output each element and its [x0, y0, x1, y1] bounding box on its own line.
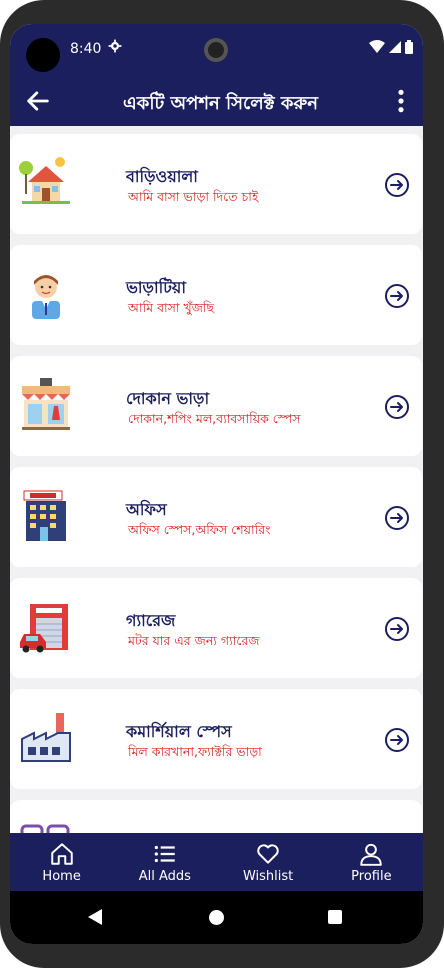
nav-all-adds-label: All Adds	[138, 868, 191, 884]
factory-icon	[21, 713, 71, 762]
option-title: ভাড়াটিয়া	[126, 278, 186, 297]
phone-frame: 8:40 একটি অপশন সিলেক্ট করুন বাড়িওয়ালা …	[0, 0, 444, 968]
battery-icon	[405, 40, 413, 54]
home-icon	[50, 842, 73, 865]
nav-home[interactable]: Home	[10, 833, 113, 891]
option-card-commercial[interactable]: কমার্শিয়াল স্পেস মিল কারখানা,ফ্যাক্টরি …	[10, 689, 422, 789]
option-subtitle: দোকান,শপিং মল,ব্যাবসায়িক স্পেস	[128, 411, 301, 426]
system-navigation-bar	[10, 891, 423, 944]
arrow-right-circle-icon[interactable]	[384, 727, 410, 753]
more-vert-icon[interactable]	[393, 88, 409, 114]
system-icons	[369, 40, 413, 54]
arrow-left-icon[interactable]	[24, 87, 52, 115]
option-title: বাড়িওয়ালা	[126, 167, 198, 186]
arrow-right-circle-icon[interactable]	[384, 394, 410, 420]
nav-home-label: Home	[42, 868, 81, 884]
option-card-shop[interactable]: দোকান ভাড়া দোকান,শপিং মল,ব্যাবসায়িক স্…	[10, 356, 422, 456]
arrow-right-circle-icon[interactable]	[384, 283, 410, 309]
shop-icon	[22, 378, 70, 430]
arrow-right-circle-icon[interactable]	[384, 505, 410, 531]
gear-icon	[108, 39, 122, 53]
nav-all-adds[interactable]: All Adds	[113, 833, 216, 891]
heart-icon	[257, 843, 279, 864]
camera-cutout	[26, 38, 60, 72]
system-recents-icon[interactable]	[328, 910, 342, 924]
option-subtitle: মটর যার এর জন্য গ্যারেজ	[128, 633, 260, 648]
person-icon	[32, 275, 60, 319]
garage-icon	[20, 604, 68, 653]
option-title: কমার্শিয়াল স্পেস	[126, 722, 232, 741]
wifi-icon	[369, 40, 385, 53]
arrow-right-circle-icon[interactable]	[384, 172, 410, 198]
office-building-icon	[23, 490, 66, 541]
bottom-navigation: Home All Adds Wishlist Profile	[10, 833, 423, 891]
house-icon	[19, 157, 70, 204]
nav-wishlist-label: Wishlist	[242, 868, 294, 884]
option-subtitle: অফিস স্পেস,অফিস শেয়ারিং	[128, 522, 271, 537]
system-back-icon[interactable]	[88, 909, 102, 925]
front-camera	[204, 38, 228, 62]
option-card-partial[interactable]	[10, 800, 422, 834]
option-card-tenant[interactable]: ভাড়াটিয়া আমি বাসা খুঁজছি	[10, 245, 422, 345]
screen: 8:40 একটি অপশন সিলেক্ট করুন বাড়িওয়ালা …	[10, 24, 423, 944]
user-icon	[360, 843, 383, 866]
app-bar: একটি অপশন সিলেক্ট করুন	[10, 76, 423, 126]
option-card-office[interactable]: অফিস অফিস স্পেস,অফিস শেয়ারিং	[10, 467, 422, 567]
option-subtitle: আমি বাসা খুঁজছি	[128, 300, 215, 315]
system-home-icon[interactable]	[209, 910, 224, 925]
option-card-landlord[interactable]: বাড়িওয়ালা আমি বাসা ভাড়া দিতে চাই	[10, 134, 422, 234]
option-list: বাড়িওয়ালা আমি বাসা ভাড়া দিতে চাই ভাড়…	[10, 134, 423, 834]
status-bar: 8:40	[10, 24, 423, 76]
page-title: একটি অপশন সিলেক্ট করুন	[123, 93, 318, 114]
nav-wishlist[interactable]: Wishlist	[217, 833, 320, 891]
status-time: 8:40	[70, 41, 102, 57]
option-subtitle: আমি বাসা ভাড়া দিতে চাই	[128, 189, 259, 204]
signal-icon	[389, 41, 401, 53]
nav-profile-label: Profile	[351, 868, 392, 884]
arrow-right-circle-icon[interactable]	[384, 616, 410, 642]
list-icon	[154, 845, 175, 862]
option-subtitle: মিল কারখানা,ফ্যাক্টরি ভাড়া	[128, 744, 262, 759]
nav-profile[interactable]: Profile	[320, 833, 423, 891]
option-title: গ্যারেজ	[126, 611, 176, 630]
option-card-garage[interactable]: গ্যারেজ মটর যার এর জন্য গ্যারেজ	[10, 578, 422, 678]
option-title: অফিস	[126, 500, 167, 519]
option-title: দোকান ভাড়া	[126, 389, 210, 408]
